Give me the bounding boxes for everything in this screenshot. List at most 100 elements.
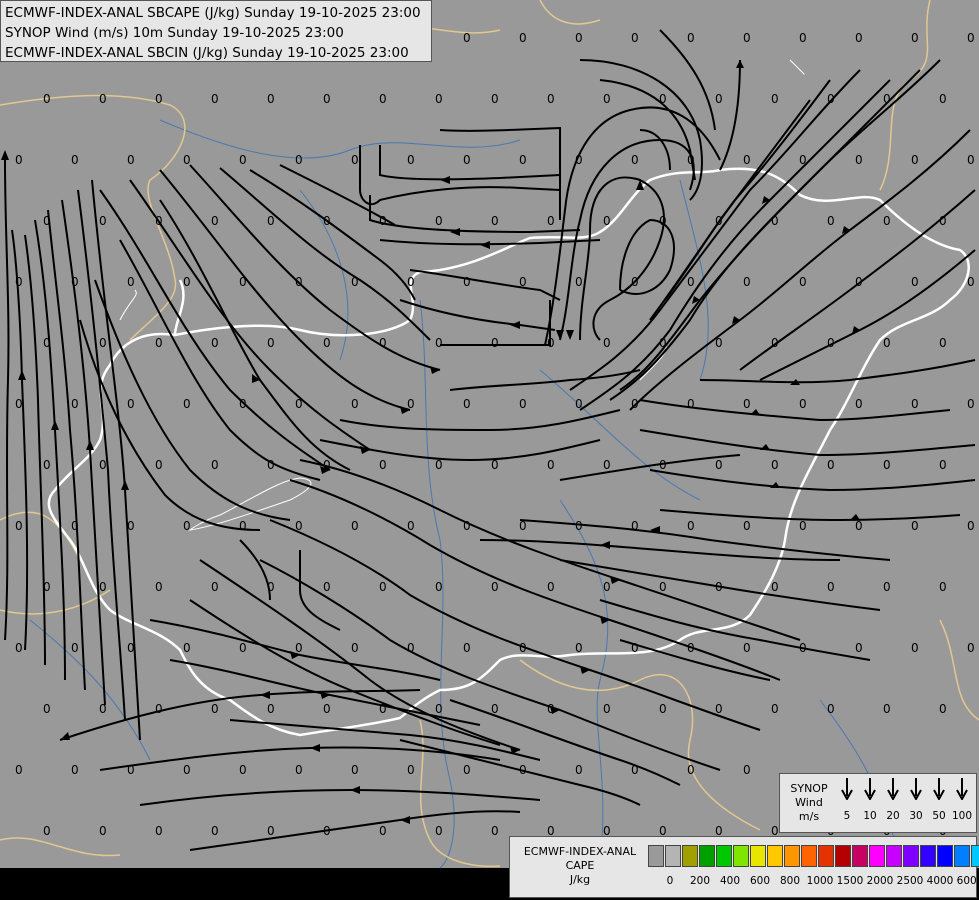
grid-value: 0: [911, 397, 919, 411]
grid-value: 0: [715, 580, 723, 594]
grid-value: 0: [519, 641, 527, 655]
grid-value: 0: [519, 31, 527, 45]
grid-value: 0: [911, 153, 919, 167]
grid-value: 0: [855, 153, 863, 167]
grid-value: 0: [239, 153, 247, 167]
grid-value: 0: [659, 702, 667, 716]
grid-value: 0: [715, 702, 723, 716]
grid-value: 0: [267, 92, 275, 106]
grid-value: 0: [855, 31, 863, 45]
cape-color-swatch: [750, 845, 766, 867]
grid-value: 0: [15, 641, 23, 655]
grid-value: 0: [43, 702, 51, 716]
cape-color-swatch: [886, 845, 902, 867]
grid-value: 0: [771, 214, 779, 228]
wind-legend: SYNOP Wind m/s 5 10 20 30 50 100: [779, 773, 977, 833]
grid-value: 0: [463, 763, 471, 777]
grid-value: 0: [883, 92, 891, 106]
grid-value: 0: [771, 702, 779, 716]
cape-legend-label: 1000: [806, 875, 834, 887]
cape-color-swatch: [869, 845, 885, 867]
wind-arrow-icon: [841, 778, 853, 800]
grid-value: 0: [827, 92, 835, 106]
cape-color-swatch: [835, 845, 851, 867]
header-line-cin: ECMWF-INDEX-ANAL SBCIN (J/kg) Sunday 19-…: [5, 45, 409, 61]
grid-value: 0: [687, 153, 695, 167]
cape-legend-label: 400: [719, 875, 741, 887]
grid-value: 0: [323, 214, 331, 228]
grid-value: 0: [743, 153, 751, 167]
grid-value: 0: [295, 763, 303, 777]
grid-value: 0: [883, 214, 891, 228]
grid-value: 0: [239, 763, 247, 777]
grid-value: 0: [435, 824, 443, 838]
header-line-cape: ECMWF-INDEX-ANAL SBCAPE (J/kg) Sunday 19…: [5, 5, 421, 21]
cape-legend-label: 2500: [896, 875, 924, 887]
grid-value: 0: [547, 458, 555, 472]
grid-value: 0: [603, 580, 611, 594]
grid-value: 0: [407, 397, 415, 411]
grid-value: 0: [883, 580, 891, 594]
grid-value: 0: [295, 641, 303, 655]
grid-value: 0: [267, 336, 275, 350]
grid-value: 0: [99, 458, 107, 472]
grid-value: 0: [519, 275, 527, 289]
cape-color-swatch: [971, 845, 979, 867]
grid-value: 0: [855, 519, 863, 533]
grid-value: 0: [575, 31, 583, 45]
grid-value: 0: [351, 641, 359, 655]
grid-value: 0: [43, 336, 51, 350]
grid-value: 0: [43, 92, 51, 106]
grid-value: 0: [519, 763, 527, 777]
grid-value: 0: [127, 641, 135, 655]
grid-value: 0: [687, 275, 695, 289]
grid-value: 0: [911, 519, 919, 533]
wind-legend-speed: 30: [909, 810, 923, 822]
grid-value: 0: [15, 763, 23, 777]
grid-value: 0: [435, 580, 443, 594]
grid-value: 0: [15, 519, 23, 533]
grid-value: 0: [939, 458, 947, 472]
grid-value: 0: [491, 336, 499, 350]
grid-value: 0: [379, 702, 387, 716]
grid-value: 0: [15, 153, 23, 167]
grid-value: 0: [491, 702, 499, 716]
grid-value: 0: [267, 458, 275, 472]
grid-value: 0: [687, 397, 695, 411]
grid-value: 0: [71, 641, 79, 655]
grid-value: 0: [603, 336, 611, 350]
cape-legend-label: 1500: [836, 875, 864, 887]
grid-value: 0: [127, 397, 135, 411]
grid-value: 0: [547, 702, 555, 716]
grid-value: 0: [547, 214, 555, 228]
grid-value: 0: [379, 580, 387, 594]
grid-value: 0: [379, 214, 387, 228]
wind-legend-item: 50: [928, 778, 950, 822]
grid-value: 0: [715, 336, 723, 350]
grid-value: 0: [239, 641, 247, 655]
grid-value: 0: [43, 580, 51, 594]
cape-color-swatch: [852, 845, 868, 867]
grid-value: 0: [155, 580, 163, 594]
grid-value: 0: [911, 31, 919, 45]
grid-value: 0: [743, 275, 751, 289]
grid-value: 0: [827, 702, 835, 716]
cape-color-swatch: [801, 845, 817, 867]
grid-value: 0: [883, 702, 891, 716]
grid-value: 0: [463, 275, 471, 289]
grid-value: 0: [323, 702, 331, 716]
grid-value: 0: [295, 153, 303, 167]
wind-arrow-icon: [864, 778, 876, 800]
grid-value: 0: [967, 519, 975, 533]
wind-legend-item: 20: [882, 778, 904, 822]
grid-value: 0: [799, 397, 807, 411]
grid-value: 0: [743, 519, 751, 533]
grid-value: 0: [407, 519, 415, 533]
grid-value: 0: [799, 275, 807, 289]
grid-value: 0: [603, 92, 611, 106]
cape-legend-label: 800: [779, 875, 801, 887]
cape-color-swatch: [648, 845, 664, 867]
weather-map: 0 0 0 0 0 0 0 0 0 0 0 0 0 0 0 0 0 0 0 0 0 0 0 0 0 0 0 0 0 0 0 0 0 0 0 0 0 0 0 0…: [0, 0, 979, 900]
grid-value: 0: [631, 31, 639, 45]
grid-value: 0: [659, 92, 667, 106]
